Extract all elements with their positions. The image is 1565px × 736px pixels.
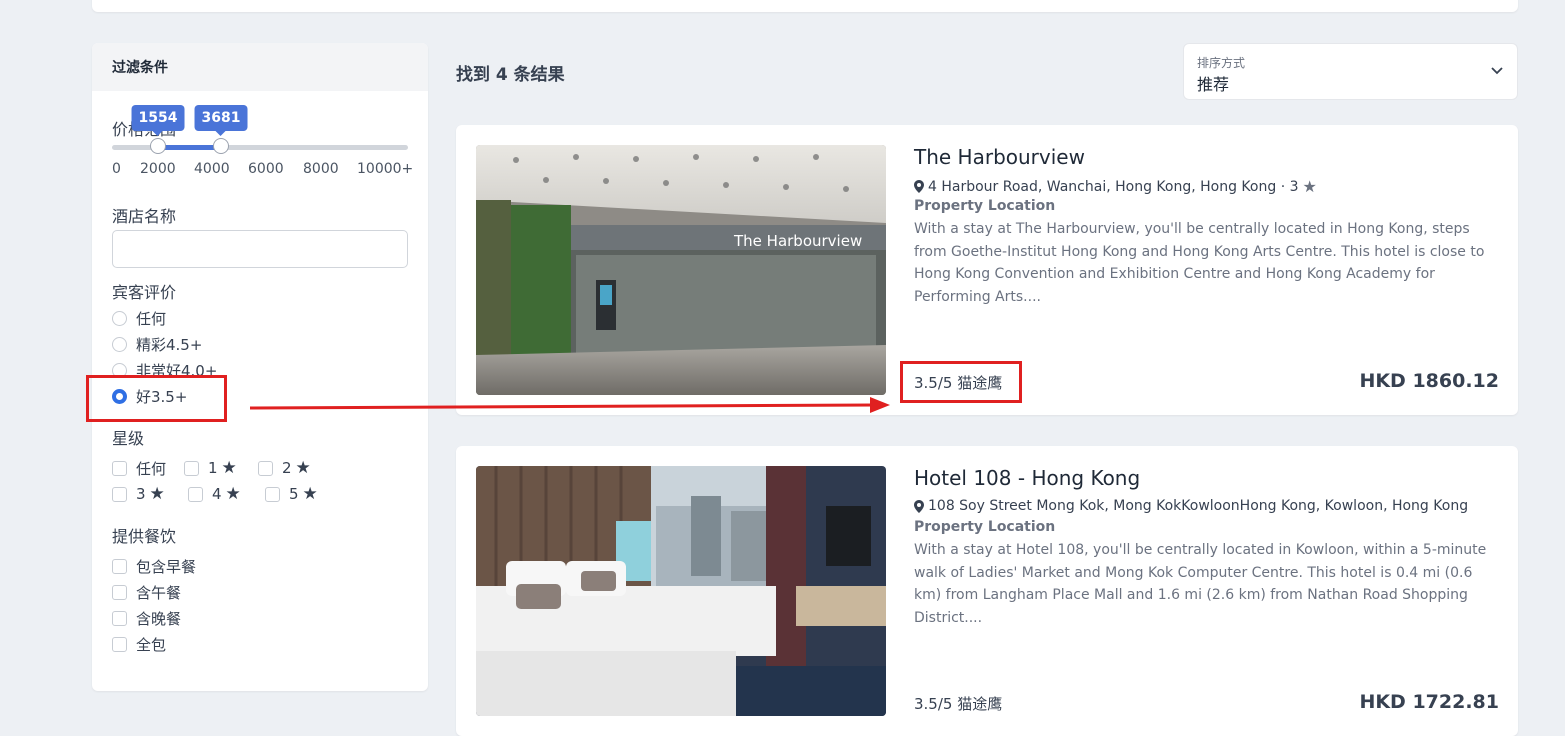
hotel-price: HKD 1722.81 (1359, 691, 1499, 713)
checkbox[interactable] (112, 610, 127, 626)
top-panel (92, 0, 1518, 12)
hotel-address: 4 Harbour Road, Wanchai, Hong Kong, Hong… (914, 177, 1317, 196)
checkbox[interactable] (265, 486, 280, 502)
meal-option-breakfast[interactable]: 包含早餐 (112, 555, 196, 577)
property-location-heading: Property Location (914, 519, 1056, 535)
meal-option-lunch[interactable]: 含午餐 (112, 581, 181, 603)
map-pin-icon (914, 180, 924, 193)
star-icon: ★ (302, 484, 318, 504)
results-count: 找到 4 条结果 (456, 65, 565, 85)
checkbox[interactable] (112, 636, 127, 652)
sort-label: 排序方式 (1197, 56, 1246, 70)
price-tick: 0 (112, 161, 121, 177)
price-max-handle[interactable] (213, 138, 229, 154)
checkbox[interactable] (112, 584, 127, 600)
hotel-photo[interactable] (476, 466, 886, 716)
filter-title: 过滤条件 (92, 43, 428, 91)
star-option-any[interactable]: 任何 (112, 457, 166, 479)
meals-label: 提供餐饮 (112, 527, 177, 546)
hotel-description: With a stay at Hotel 108, you'll be cent… (914, 542, 1487, 626)
sort-dropdown[interactable]: 排序方式 推荐 (1183, 43, 1518, 100)
property-location-heading: Property Location (914, 198, 1056, 214)
price-min-handle[interactable] (150, 138, 166, 154)
sort-value: 推荐 (1197, 75, 1230, 94)
guest-rating-label: 宾客评价 (112, 283, 177, 302)
hotel-name-input[interactable] (112, 230, 408, 268)
star-icon: ★ (149, 484, 165, 504)
star-option-5[interactable]: 5 ★ (265, 483, 318, 505)
checkbox[interactable] (258, 460, 273, 476)
annotation-box-rating-filter (86, 375, 227, 422)
price-tick: 10000+ (357, 161, 414, 177)
chevron-down-icon (1491, 67, 1503, 75)
meal-option-dinner[interactable]: 含晚餐 (112, 607, 181, 629)
hotel-description: With a stay at The Harbourview, you'll b… (914, 221, 1485, 305)
checkbox[interactable] (188, 486, 203, 502)
hotel-card[interactable]: Hotel 108 - Hong Kong 108 Soy Street Mon… (456, 446, 1518, 736)
star-level-label: 星级 (112, 429, 145, 448)
hotel-name-label: 酒店名称 (112, 207, 177, 226)
checkbox[interactable] (112, 486, 127, 502)
map-pin-icon (914, 499, 924, 513)
annotation-arrow (249, 397, 890, 413)
price-min-bubble: 1554 (131, 105, 185, 136)
hotel-photo[interactable]: The Harbourview (476, 145, 886, 395)
price-slider-fill (158, 145, 221, 150)
hotel-price: HKD 1860.12 (1359, 370, 1499, 392)
hotel-name-link[interactable]: The Harbourview (914, 145, 1085, 169)
hotel-sign-text: The Harbourview (733, 232, 862, 250)
price-tick: 4000 (194, 161, 230, 177)
star-option-1[interactable]: 1 ★ (184, 457, 237, 479)
rating-option-any[interactable]: 任何 (112, 307, 166, 329)
checkbox[interactable] (112, 460, 127, 476)
rating-option-4-5[interactable]: 精彩4.5+ (112, 333, 202, 355)
star-icon: ★ (225, 484, 241, 504)
checkbox[interactable] (112, 558, 127, 574)
meal-option-all-inclusive[interactable]: 全包 (112, 633, 166, 655)
price-tick: 6000 (248, 161, 284, 177)
star-option-3[interactable]: 3 ★ (112, 483, 165, 505)
checkbox[interactable] (184, 460, 199, 476)
price-slider[interactable]: 1554 3681 (112, 105, 408, 154)
star-icon: ★ (221, 458, 237, 478)
hotel-address: 108 Soy Street Mong Kok, Mong KokKowloon… (914, 498, 1468, 514)
filter-sidebar: 过滤条件 价格范围 1554 3681 0 2000 4000 6000 800… (92, 43, 428, 691)
hotel-name-link[interactable]: Hotel 108 - Hong Kong (914, 466, 1140, 490)
price-tick-labels: 0 2000 4000 6000 8000 10000+ (112, 161, 413, 179)
star-icon: ★ (295, 458, 311, 478)
star-option-2[interactable]: 2 ★ (258, 457, 311, 479)
hotel-rating: 3.5/5 猫途鹰 (914, 695, 1003, 713)
price-tick: 8000 (303, 161, 339, 177)
price-tick: 2000 (140, 161, 176, 177)
radio-button[interactable] (112, 336, 127, 352)
star-option-4[interactable]: 4 ★ (188, 483, 241, 505)
annotation-box-rating-result (900, 361, 1022, 403)
price-max-bubble: 3681 (194, 105, 248, 136)
radio-button[interactable] (112, 310, 127, 326)
star-icon: ★ (1302, 177, 1317, 196)
